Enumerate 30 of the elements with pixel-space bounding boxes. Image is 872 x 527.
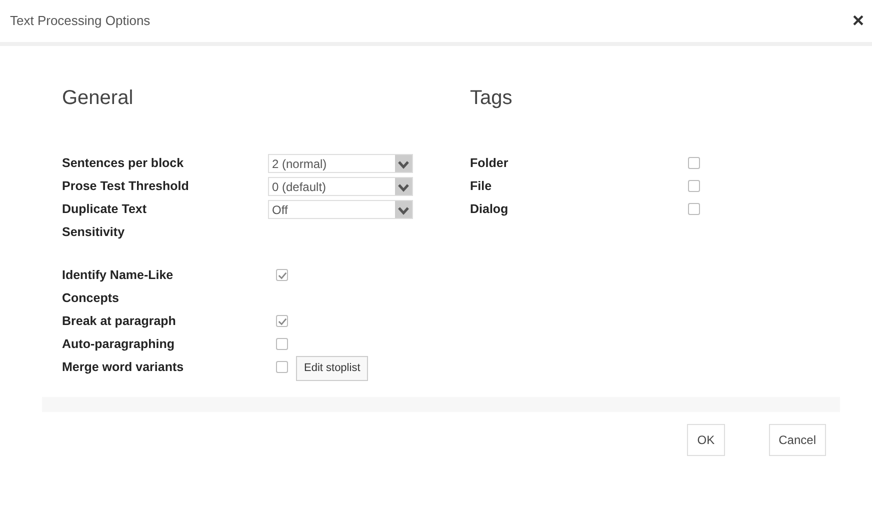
dropdown[interactable]: 0 (default): [268, 177, 413, 196]
option-label: Duplicate Text Sensitivity: [62, 201, 148, 241]
caret-icon: [395, 155, 412, 172]
close-button[interactable]: ×: [852, 11, 864, 31]
ok-button[interactable]: OK: [687, 424, 725, 456]
checkbox[interactable]: [276, 315, 288, 327]
section-heading: Tags: [470, 86, 514, 110]
tag-label: Dialog: [470, 201, 510, 218]
dropdown[interactable]: Off: [268, 200, 413, 219]
caret-icon: [395, 201, 412, 218]
option-label: Auto-paragraphing: [62, 336, 176, 353]
edit-stoplist-button[interactable]: Edit stoplist: [296, 356, 368, 380]
checkbox[interactable]: [688, 203, 700, 215]
option-label: Merge word variants: [62, 359, 185, 376]
tag-label: File: [470, 178, 493, 195]
checkbox[interactable]: [688, 157, 700, 169]
option-label: Sentences per block: [62, 155, 185, 172]
option-label: Break at paragraph: [62, 313, 177, 330]
option-label: Prose Test Threshold: [62, 178, 190, 195]
caret-icon: [395, 178, 412, 195]
checkbox[interactable]: [276, 361, 288, 373]
dropdown[interactable]: 2 (normal): [268, 154, 413, 173]
cancel-button[interactable]: Cancel: [768, 424, 826, 456]
option-label: Identify Name-Like Concepts: [62, 267, 174, 307]
tag-label: Folder: [470, 155, 510, 172]
checkbox[interactable]: [688, 180, 700, 192]
window-title: Text Processing Options: [10, 12, 150, 30]
section-heading: General: [62, 86, 134, 110]
checkbox[interactable]: [276, 338, 288, 350]
checkbox[interactable]: [276, 269, 288, 281]
